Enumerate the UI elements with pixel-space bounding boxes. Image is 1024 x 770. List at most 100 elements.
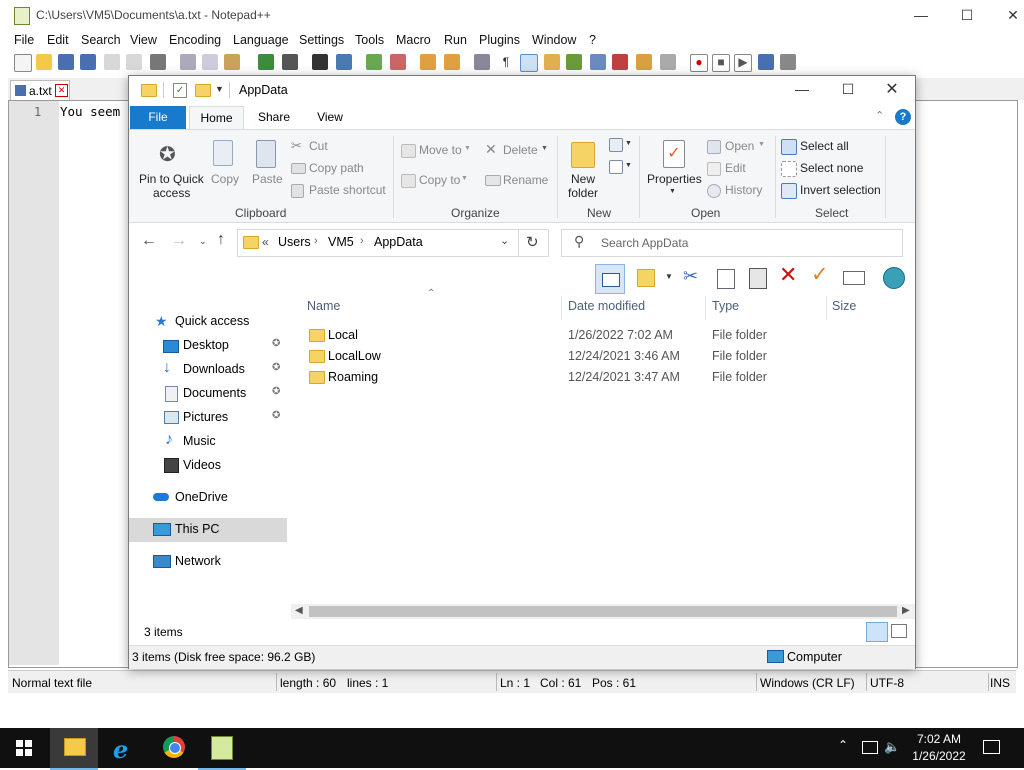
delete-toolbar-icon[interactable]: ✕ xyxy=(779,262,797,288)
nav-videos[interactable]: Videos xyxy=(129,454,287,478)
function-list-icon[interactable] xyxy=(612,54,628,70)
scroll-left-icon[interactable]: ◀ xyxy=(295,605,303,616)
ribbon-tab-home[interactable]: Home xyxy=(189,106,244,130)
taskbar-chrome[interactable] xyxy=(150,728,198,768)
new-item-button[interactable]: ▼ xyxy=(607,136,633,154)
menu-window[interactable]: Window xyxy=(532,33,576,47)
large-icons-view-icon[interactable] xyxy=(891,624,907,638)
tab-close-icon[interactable]: ✕ xyxy=(55,84,68,97)
breadcrumb-vm5[interactable]: VM5 xyxy=(328,235,354,249)
recent-locations-dropdown-icon[interactable]: ⌄ xyxy=(199,236,207,247)
file-row-roaming[interactable]: Roaming 12/24/2021 3:47 AM File folder xyxy=(301,367,901,388)
up-button[interactable]: ↑ xyxy=(217,231,225,249)
file-row-locallow[interactable]: LocalLow 12/24/2021 3:46 AM File folder xyxy=(301,346,901,367)
wrap-icon[interactable] xyxy=(474,54,490,70)
nav-this-pc[interactable]: This PC xyxy=(129,518,287,542)
menu-file[interactable]: File xyxy=(14,33,34,47)
close-file-icon[interactable] xyxy=(104,54,120,70)
toolbar-dropdown-icon[interactable]: ▼ xyxy=(665,272,673,281)
volume-muted-icon[interactable]: 🔈 xyxy=(884,739,900,755)
run-macro-multiple-icon[interactable] xyxy=(758,54,774,70)
new-folder-qat-icon[interactable] xyxy=(195,84,211,97)
properties-button[interactable]: ✓ Properties ▼ xyxy=(643,138,703,200)
globe-toolbar-icon[interactable] xyxy=(883,267,905,289)
copy-icon[interactable] xyxy=(202,54,218,70)
column-header-name[interactable]: Name xyxy=(307,299,340,313)
doc-list-icon[interactable] xyxy=(590,54,606,70)
npp-maximize-button[interactable]: ☐ xyxy=(944,0,990,31)
menu-run[interactable]: Run xyxy=(444,33,467,47)
monitoring-icon[interactable] xyxy=(660,54,676,70)
details-view-icon[interactable] xyxy=(866,622,888,642)
redo-icon[interactable] xyxy=(282,54,298,70)
tab-a-txt[interactable]: a.txt ✕ xyxy=(10,80,70,101)
show-all-chars-icon[interactable]: ¶ xyxy=(498,54,514,70)
cut-toolbar-icon[interactable]: ✂ xyxy=(683,266,698,287)
edit-button[interactable]: Edit xyxy=(707,160,767,178)
record-macro-icon[interactable]: ● xyxy=(690,54,708,72)
nav-documents[interactable]: Documents ✪ xyxy=(129,382,287,406)
history-button[interactable]: History xyxy=(707,182,773,200)
paste-shortcut-button[interactable]: Paste shortcut xyxy=(291,182,391,200)
nav-onedrive[interactable]: OneDrive xyxy=(129,486,287,510)
copy-toolbar-icon[interactable] xyxy=(717,269,735,289)
pin-to-quick-access-button[interactable]: ✪ Pin to Quick access xyxy=(135,138,204,200)
udl-icon[interactable] xyxy=(544,54,560,70)
nav-music[interactable]: ♪ Music xyxy=(129,430,287,454)
new-file-icon[interactable] xyxy=(14,54,32,72)
back-button[interactable]: ← xyxy=(141,232,157,250)
taskbar-notepadpp[interactable] xyxy=(198,728,246,770)
horizontal-scrollbar[interactable]: ◀ ▶ xyxy=(291,604,915,619)
address-bar[interactable]: « Users › VM5 › AppData ⌄ ↻ xyxy=(237,229,549,257)
file-row-local[interactable]: Local 1/26/2022 7:02 AM File folder xyxy=(301,325,901,346)
play-macro-icon[interactable]: ▶ xyxy=(734,54,752,72)
move-to-button[interactable]: Move to ▼ xyxy=(401,142,477,160)
menu-search[interactable]: Search xyxy=(81,33,121,47)
select-all-button[interactable]: Select all xyxy=(781,138,881,156)
zoom-in-icon[interactable] xyxy=(366,54,382,70)
cut-icon[interactable] xyxy=(180,54,196,70)
print-icon[interactable] xyxy=(150,54,166,70)
new-folder-button[interactable]: New folder xyxy=(563,138,605,200)
start-button[interactable] xyxy=(0,728,48,768)
taskbar-file-explorer[interactable] xyxy=(50,728,98,770)
explorer-maximize-button[interactable]: ☐ xyxy=(825,76,871,105)
paste-toolbar-icon[interactable] xyxy=(749,268,767,289)
rename-toolbar-icon[interactable] xyxy=(843,271,865,285)
rename-button[interactable]: Rename xyxy=(485,172,551,190)
address-history-dropdown-icon[interactable]: ⌄ xyxy=(500,234,509,247)
breadcrumb-users[interactable]: Users xyxy=(278,235,311,249)
invert-selection-button[interactable]: Invert selection xyxy=(781,182,891,200)
action-center-icon[interactable] xyxy=(983,740,1000,754)
show-hidden-icons[interactable]: ⌃ xyxy=(838,738,848,752)
column-header-size[interactable]: Size xyxy=(832,299,856,313)
save-icon[interactable] xyxy=(58,54,74,70)
collapse-ribbon-icon[interactable]: ⌃ xyxy=(875,109,884,122)
nav-desktop[interactable]: Desktop ✪ xyxy=(129,334,287,358)
sync-v-icon[interactable] xyxy=(420,54,436,70)
save-macro-icon[interactable] xyxy=(780,54,796,70)
sync-h-icon[interactable] xyxy=(444,54,460,70)
column-header-date[interactable]: Date modified xyxy=(568,299,645,313)
folder-workspace-icon[interactable] xyxy=(636,54,652,70)
menu-encoding[interactable]: Encoding xyxy=(169,33,221,47)
breadcrumb-overflow[interactable]: « xyxy=(262,235,269,249)
explorer-minimize-button[interactable]: — xyxy=(779,76,825,105)
menu-language[interactable]: Language xyxy=(233,33,289,47)
open-file-icon[interactable] xyxy=(36,54,52,70)
network-tray-icon[interactable] xyxy=(862,741,878,754)
refresh-icon[interactable]: ↻ xyxy=(526,233,539,251)
check-toolbar-icon[interactable]: ✓ xyxy=(811,262,829,287)
properties-qat-icon[interactable]: ✓ xyxy=(173,83,187,98)
clock-time[interactable]: 7:02 AM xyxy=(914,732,964,746)
ribbon-tab-file[interactable]: File xyxy=(130,106,186,129)
copy-button[interactable]: Copy xyxy=(207,138,241,200)
zoom-out-icon[interactable] xyxy=(390,54,406,70)
new-folder-toolbar-icon[interactable] xyxy=(637,269,655,287)
forward-button[interactable]: → xyxy=(171,232,187,250)
save-all-icon[interactable] xyxy=(80,54,96,70)
search-box[interactable]: ⚲ Search AppData xyxy=(561,229,903,257)
close-all-icon[interactable] xyxy=(126,54,142,70)
menu-settings[interactable]: Settings xyxy=(299,33,344,47)
explorer-close-button[interactable]: ✕ xyxy=(869,76,915,105)
